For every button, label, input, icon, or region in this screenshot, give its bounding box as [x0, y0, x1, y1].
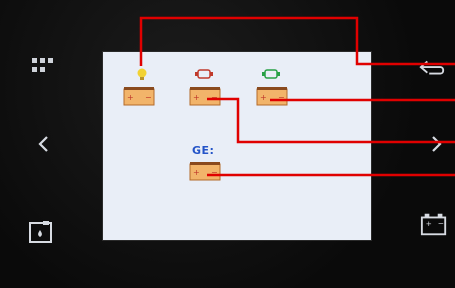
ge-label: GE: — [192, 144, 215, 157]
battery-light: + − — [123, 84, 155, 106]
battery-generator: + − — [189, 159, 221, 181]
battery-engine-2: + − — [256, 84, 288, 106]
svg-text:−: − — [145, 93, 152, 102]
lightbulb-icon — [136, 68, 148, 82]
svg-text:+: + — [426, 219, 432, 228]
svg-text:+: + — [193, 168, 200, 177]
menu-grid-icon[interactable] — [29, 52, 57, 80]
display-panel: + − + − + − + − GE: + − — [0, 0, 455, 288]
chevron-left-icon[interactable] — [30, 130, 58, 158]
svg-text:−: − — [438, 219, 444, 228]
svg-text:+: + — [193, 93, 200, 102]
svg-text:+: + — [127, 93, 134, 102]
back-arrow-icon[interactable] — [418, 54, 446, 82]
battery-engine-1: + − — [189, 84, 221, 106]
svg-text:+: + — [260, 93, 267, 102]
engine-icon — [195, 68, 213, 80]
fuel-tank-icon[interactable] — [27, 218, 55, 246]
svg-text:−: − — [211, 168, 218, 177]
engine-icon — [262, 68, 280, 80]
chevron-right-icon[interactable] — [422, 130, 450, 158]
battery-icon[interactable]: + − — [420, 210, 448, 238]
svg-text:−: − — [278, 93, 285, 102]
svg-text:−: − — [211, 93, 218, 102]
